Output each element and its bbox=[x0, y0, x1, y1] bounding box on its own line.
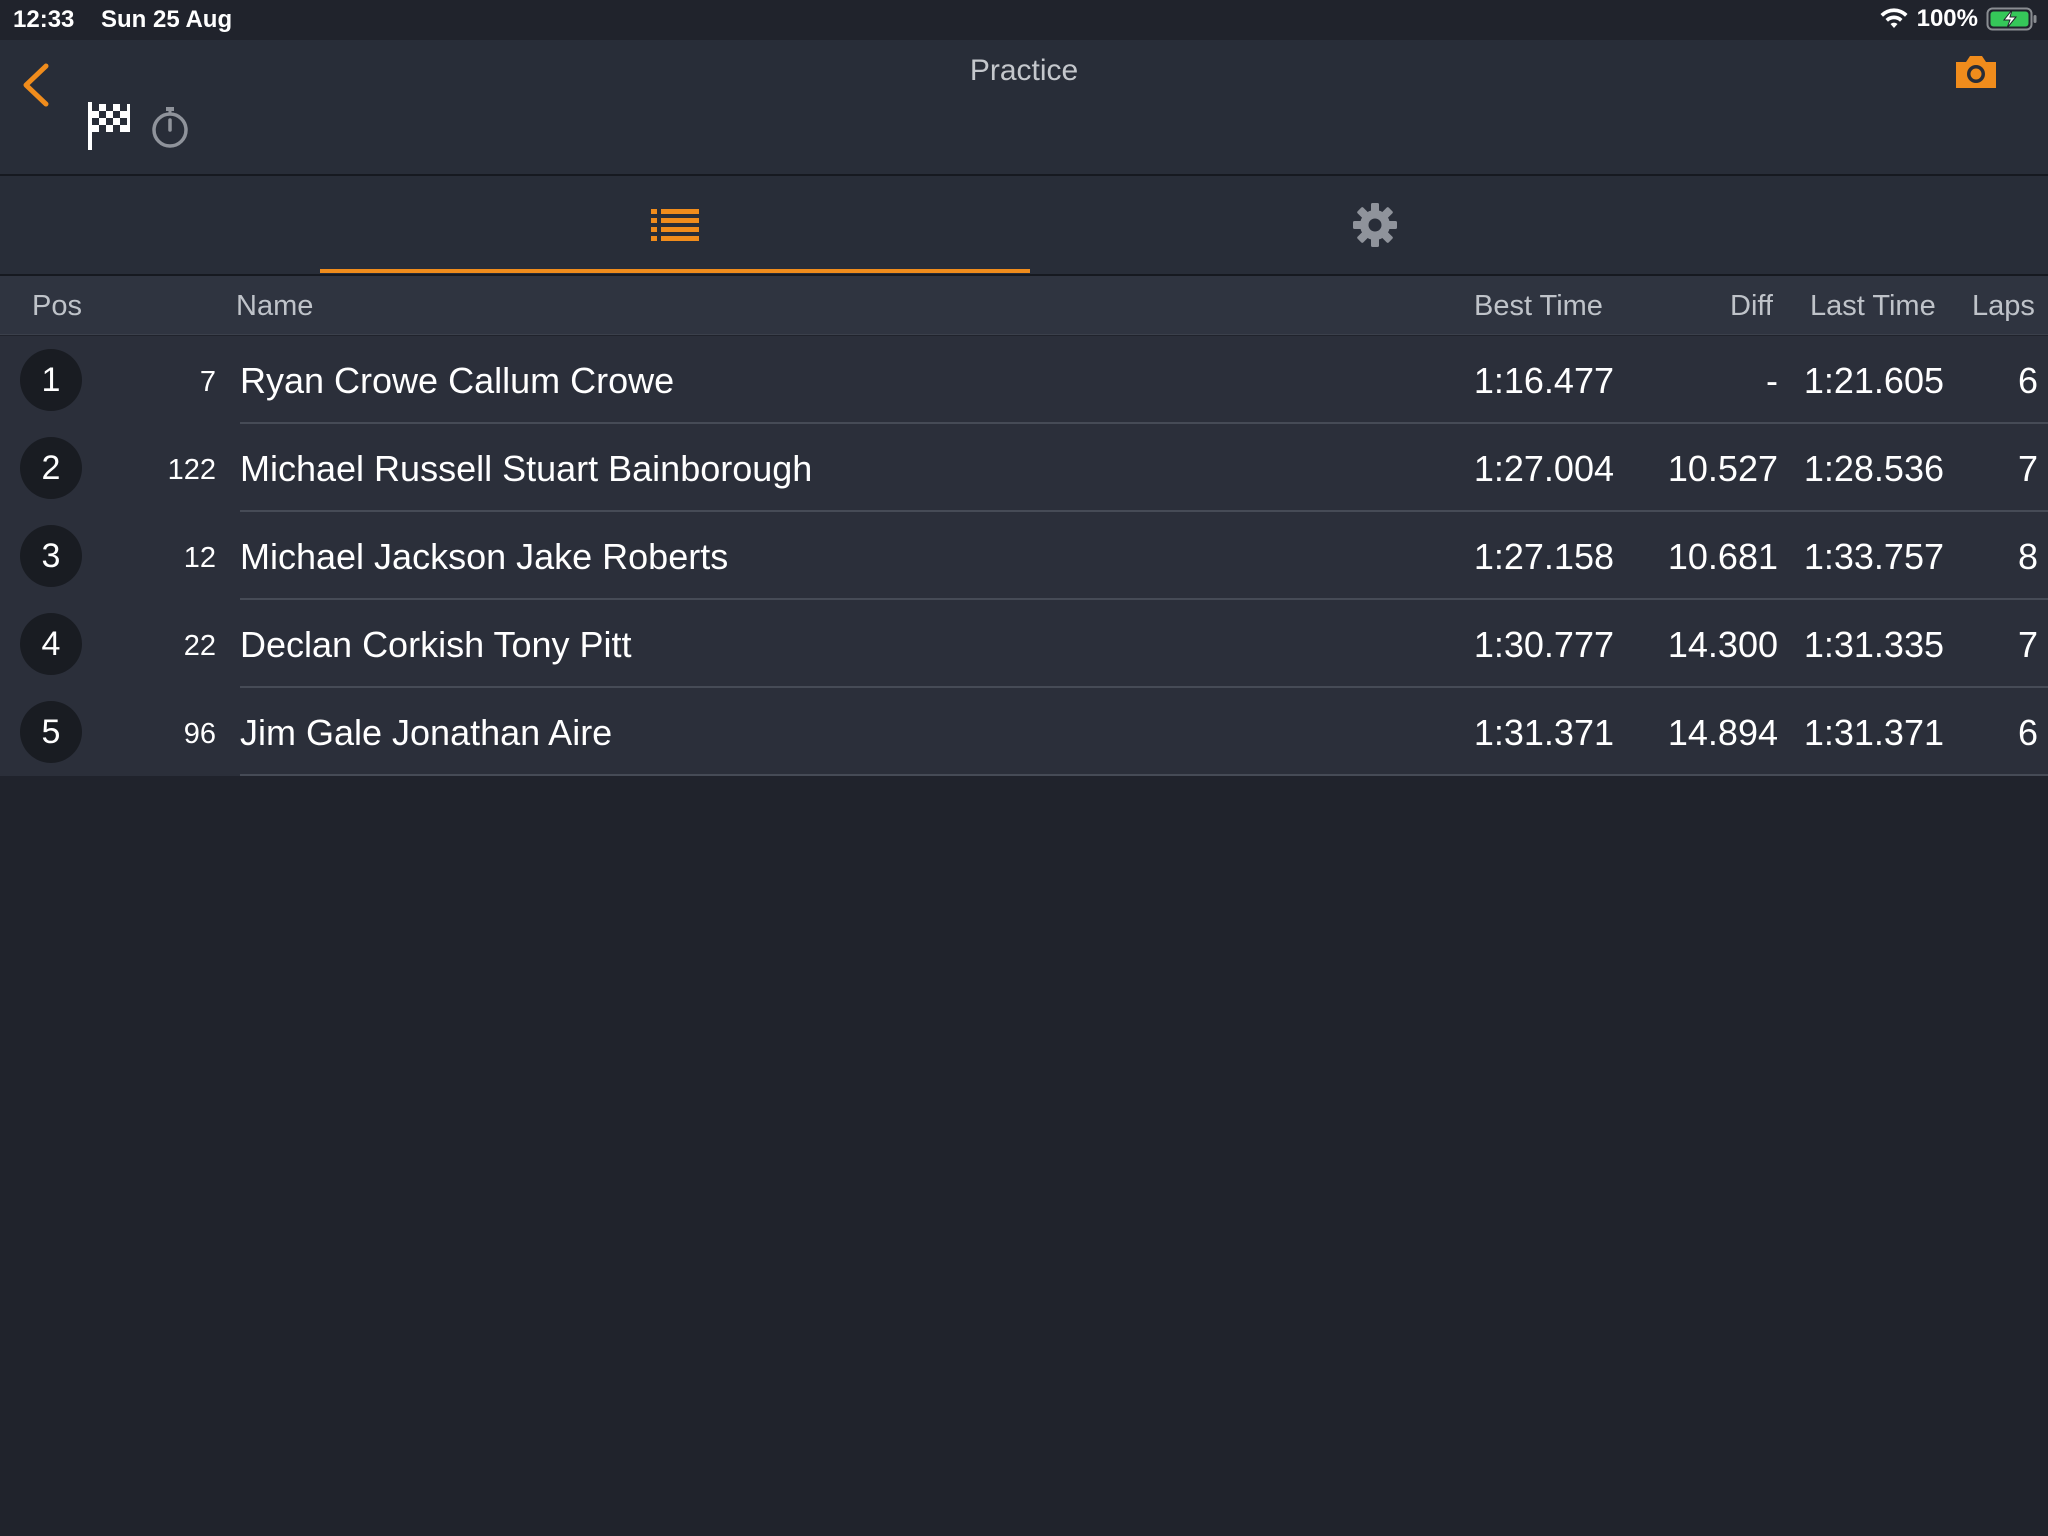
wifi-icon bbox=[1880, 8, 1908, 28]
diff: 10.681 bbox=[1667, 536, 1778, 577]
position-badge: 4 bbox=[20, 613, 82, 675]
row-divider bbox=[240, 774, 2048, 776]
car-number: 7 bbox=[199, 366, 216, 398]
best-time: 1:30.777 bbox=[1473, 624, 1614, 665]
header-name[interactable]: Name bbox=[236, 290, 313, 323]
selected-tab-indicator bbox=[320, 269, 1030, 273]
best-time: 1:27.158 bbox=[1473, 536, 1614, 577]
battery-charging-icon bbox=[1986, 7, 2037, 31]
position-badge: 2 bbox=[20, 437, 82, 499]
last-time: 1:31.335 bbox=[1803, 624, 1944, 665]
header-best-time[interactable]: Best Time bbox=[1474, 290, 1603, 323]
best-time: 1:31.371 bbox=[1473, 712, 1614, 753]
laps: 6 bbox=[2017, 712, 2038, 753]
best-time: 1:27.004 bbox=[1473, 448, 1614, 489]
diff: - bbox=[1766, 360, 1778, 401]
last-time: 1:31.371 bbox=[1803, 712, 1944, 753]
last-time: 1:21.605 bbox=[1803, 360, 1944, 401]
diff: 14.300 bbox=[1667, 624, 1778, 665]
driver-names: Michael Jackson Jake Roberts bbox=[240, 536, 729, 577]
stopwatch-icon[interactable] bbox=[148, 104, 192, 150]
laps: 6 bbox=[2017, 360, 2038, 401]
table-row[interactable]: 2 122 Michael Russell Stuart Bainborough… bbox=[0, 424, 2048, 512]
table-row[interactable]: 3 12 Michael Jackson Jake Roberts 1:27.1… bbox=[0, 512, 2048, 600]
tab-bar bbox=[0, 176, 2048, 276]
checkered-flag-icon[interactable] bbox=[86, 100, 132, 152]
diff: 14.894 bbox=[1667, 712, 1778, 753]
battery-percent: 100% bbox=[1916, 5, 1978, 32]
driver-names: Jim Gale Jonathan Aire bbox=[240, 712, 613, 753]
status-indicators: 100% bbox=[1879, 5, 2038, 33]
table-row[interactable]: 5 96 Jim Gale Jonathan Aire 1:31.371 14.… bbox=[0, 688, 2048, 776]
position-badge: 1 bbox=[20, 349, 82, 411]
gear-icon bbox=[1353, 203, 1397, 247]
position-badge: 5 bbox=[20, 701, 82, 763]
last-time: 1:33.757 bbox=[1803, 536, 1944, 577]
header-diff[interactable]: Diff bbox=[1730, 290, 1773, 323]
list-icon bbox=[651, 209, 699, 241]
column-header-row: Pos Name Best Time Diff Last Time Laps bbox=[0, 276, 2048, 335]
laps: 7 bbox=[2017, 448, 2038, 489]
header-pos[interactable]: Pos bbox=[32, 290, 82, 323]
best-time: 1:16.477 bbox=[1473, 360, 1614, 401]
page-title: Practice bbox=[969, 54, 1079, 87]
car-number: 96 bbox=[183, 718, 216, 750]
tab-list[interactable] bbox=[320, 176, 1030, 274]
header-laps[interactable]: Laps bbox=[1972, 290, 2035, 323]
status-bar: 12:33 Sun 25 Aug 100% bbox=[0, 0, 2048, 40]
car-number: 12 bbox=[183, 542, 216, 574]
tab-settings[interactable] bbox=[1030, 176, 1720, 274]
table-row[interactable]: 1 7 Ryan Crowe Callum Crowe 1:16.477 - 1… bbox=[0, 336, 2048, 424]
car-number: 122 bbox=[167, 454, 216, 486]
diff: 10.527 bbox=[1667, 448, 1778, 489]
driver-names: Ryan Crowe Callum Crowe bbox=[240, 360, 675, 401]
table-row[interactable]: 4 22 Declan Corkish Tony Pitt 1:30.777 1… bbox=[0, 600, 2048, 688]
status-date: Sun 25 Aug bbox=[101, 6, 233, 33]
header-last-time[interactable]: Last Time bbox=[1810, 290, 1936, 323]
position-badge: 3 bbox=[20, 525, 82, 587]
driver-names: Michael Russell Stuart Bainborough bbox=[240, 448, 813, 489]
laps: 7 bbox=[2017, 624, 2038, 665]
laps: 8 bbox=[2017, 536, 2038, 577]
camera-icon[interactable] bbox=[1952, 50, 2000, 92]
last-time: 1:28.536 bbox=[1803, 448, 1944, 489]
navigation-bar: Practice bbox=[0, 40, 2048, 176]
driver-names: Declan Corkish Tony Pitt bbox=[240, 624, 632, 665]
car-number: 22 bbox=[183, 630, 216, 662]
status-time: 12:33 bbox=[13, 6, 75, 33]
